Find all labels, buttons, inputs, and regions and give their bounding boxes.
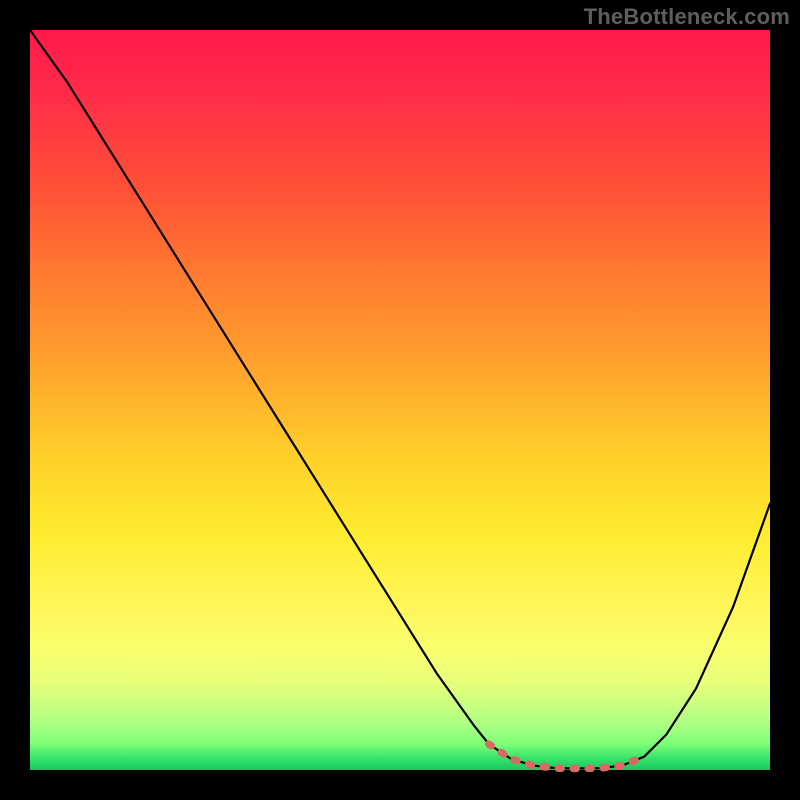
chart-frame: TheBottleneck.com — [0, 0, 800, 800]
main-curve-path — [30, 30, 770, 769]
highlight-segment-path — [489, 744, 644, 768]
chart-svg — [30, 30, 770, 770]
watermark-text: TheBottleneck.com — [584, 4, 790, 30]
